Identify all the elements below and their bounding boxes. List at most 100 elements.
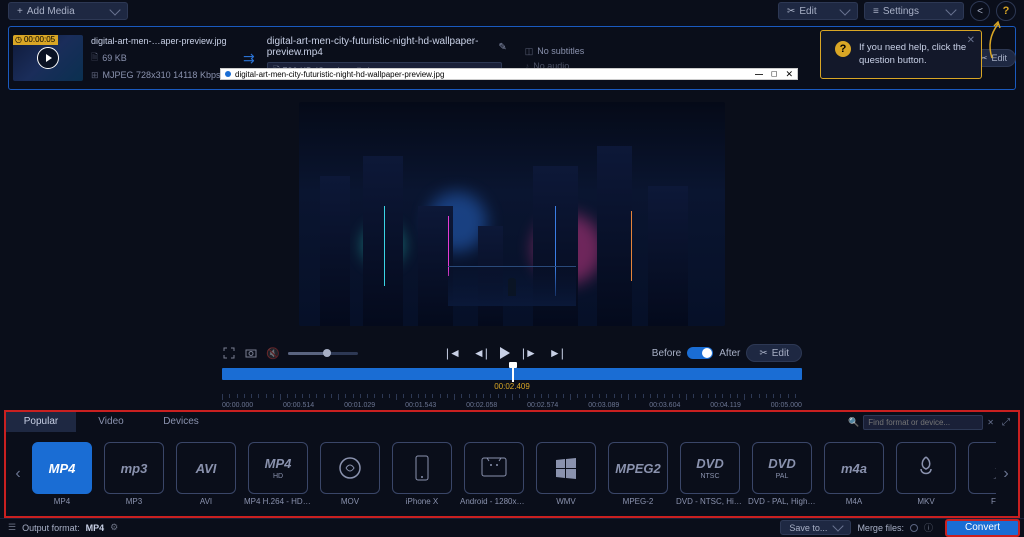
next-frame-button[interactable]: ►| [549, 346, 564, 360]
format-item-dvdpal[interactable]: DVDPALDVD - PAL, High Qual [748, 442, 816, 506]
format-icon [536, 442, 596, 494]
info-icon[interactable]: ⓘ [924, 521, 933, 534]
ruler-mark: 00:03.089 [588, 402, 619, 409]
playhead-icon[interactable] [512, 366, 514, 382]
edit-label: Edit [799, 6, 816, 17]
format-item-wmv[interactable]: WMV [532, 442, 600, 506]
convert-arrow-icon: ⇉ [243, 50, 255, 67]
formats-next-button[interactable]: › [998, 444, 1014, 504]
play-overlay-icon[interactable] [37, 47, 59, 69]
before-label: Before [652, 348, 681, 359]
format-label: MKV [892, 497, 960, 506]
ruler-mark: 00:00.000 [222, 402, 253, 409]
duration-badge: ◷00:00:05 [13, 35, 58, 45]
current-time: 00:02.409 [494, 382, 530, 391]
format-item-mp3[interactable]: mp3MP3 [100, 442, 168, 506]
format-label: FLV [964, 497, 996, 506]
file-icon: 🗎 [91, 50, 98, 66]
help-arrow-icon [984, 20, 1004, 60]
tab-popular[interactable]: Popular [6, 412, 76, 432]
step-forward-button[interactable]: |► [522, 346, 537, 360]
help-button[interactable]: ? [996, 1, 1016, 21]
format-label: WMV [532, 497, 600, 506]
plus-icon: + [17, 6, 23, 17]
format-item-avi[interactable]: AVIAVI [172, 442, 240, 506]
format-icon [464, 442, 524, 494]
format-item-iphone[interactable]: iPhone X [388, 442, 456, 506]
help-tooltip: ✕ ? If you need help, click the question… [820, 30, 982, 79]
clear-icon[interactable]: ✕ [987, 418, 994, 427]
ruler-mark: 00:01.029 [344, 402, 375, 409]
add-media-label: Add Media [27, 6, 75, 17]
timeline-scrubber[interactable] [222, 368, 802, 380]
source-size: 69 KB [102, 53, 127, 63]
chevron-down-icon [109, 4, 120, 15]
format-label: iPhone X [388, 497, 456, 506]
add-media-button[interactable]: + Add Media [8, 2, 128, 20]
settings-button[interactable]: ≡ Settings [864, 2, 964, 20]
edit-button[interactable]: ✂ Edit [778, 2, 858, 20]
format-icon: m4a [824, 442, 884, 494]
video-icon: ⊞ [91, 70, 99, 81]
share-button[interactable]: < [970, 1, 990, 21]
format-item-mkv[interactable]: MKV [892, 442, 960, 506]
minimize-icon[interactable] [755, 74, 763, 75]
snapshot-icon[interactable] [244, 346, 258, 360]
hamburger-icon[interactable]: ☰ [8, 522, 16, 533]
format-item-m4a[interactable]: m4aM4A [820, 442, 888, 506]
ruler-mark: 00:04.119 [710, 402, 741, 409]
volume-slider[interactable] [288, 352, 358, 355]
help-tooltip-text: If you need help, click the question but… [859, 41, 967, 68]
expand-icon[interactable]: ⤢ [1002, 417, 1010, 428]
player-edit-button[interactable]: ✂ Edit [746, 344, 802, 362]
prev-frame-button[interactable]: |◄ [446, 346, 461, 360]
format-item-mov[interactable]: MOV [316, 442, 384, 506]
save-to-button[interactable]: Save to... [780, 520, 851, 535]
preview-titlebar[interactable]: digital-art-men-city-futuristic-night-hd… [220, 68, 798, 80]
scissors-icon: ✂ [759, 348, 767, 359]
volume-icon[interactable]: 🔇 [266, 346, 280, 360]
gear-icon[interactable]: ⚙ [110, 522, 118, 533]
close-icon[interactable]: ✕ [785, 69, 793, 80]
ruler-mark: 00:02.058 [466, 402, 497, 409]
format-icon: DVDPAL [752, 442, 812, 494]
format-search-input[interactable] [863, 415, 983, 430]
before-after-toggle[interactable] [687, 347, 713, 359]
formats-prev-button[interactable]: ‹ [10, 444, 26, 504]
fullscreen-icon[interactable] [222, 346, 236, 360]
format-icon [392, 442, 452, 494]
settings-label: Settings [883, 6, 919, 17]
convert-button[interactable]: Convert [945, 519, 1020, 537]
output-format-value: MP4 [86, 523, 105, 533]
format-item-android[interactable]: Android - 1280x720 [460, 442, 528, 506]
play-button[interactable] [500, 347, 510, 359]
chevron-down-icon [833, 520, 844, 531]
close-icon[interactable]: ✕ [967, 35, 975, 46]
timeline-ruler: 00:02.409 00:00.00000:00.51400:01.02900:… [222, 382, 802, 410]
video-preview[interactable] [299, 102, 725, 326]
ruler-mark: 00:05.000 [771, 402, 802, 409]
format-item-mp4[interactable]: MP4MP4 [28, 442, 96, 506]
subtitle-icon: ◫ [525, 46, 534, 57]
format-label: MP3 [100, 497, 168, 506]
format-item-flv[interactable]: FLV [964, 442, 996, 506]
output-filename[interactable]: digital-art-men-city-futuristic-night-hd… [267, 36, 495, 58]
format-item-mp4hd[interactable]: MP4HDMP4 H.264 - HD 720p [244, 442, 312, 506]
pencil-icon[interactable]: ✎ [498, 42, 506, 53]
ruler-mark: 00:01.543 [405, 402, 436, 409]
merge-label: Merge files: [857, 523, 904, 533]
tab-video[interactable]: Video [76, 412, 146, 432]
tab-devices[interactable]: Devices [146, 412, 216, 432]
format-item-mpeg2[interactable]: MPEG2MPEG-2 [604, 442, 672, 506]
preview-title: digital-art-men-city-futuristic-night-hd… [235, 70, 444, 79]
format-item-dvdntsc[interactable]: DVDNTSCDVD - NTSC, High Qu [676, 442, 744, 506]
clock-icon: ◷ [15, 35, 22, 44]
maximize-icon[interactable]: ◻ [771, 69, 778, 80]
step-back-button[interactable]: ◄| [473, 346, 488, 360]
save-to-label: Save to... [789, 523, 827, 533]
source-thumbnail[interactable]: ◷00:00:05 [13, 35, 83, 81]
format-panel: Popular Video Devices 🔍 ✕ ⤢ ‹ MP4MP4mp3M… [4, 410, 1020, 518]
question-icon: ? [1003, 5, 1010, 17]
search-icon: 🔍 [848, 417, 859, 428]
merge-toggle[interactable] [910, 524, 918, 532]
